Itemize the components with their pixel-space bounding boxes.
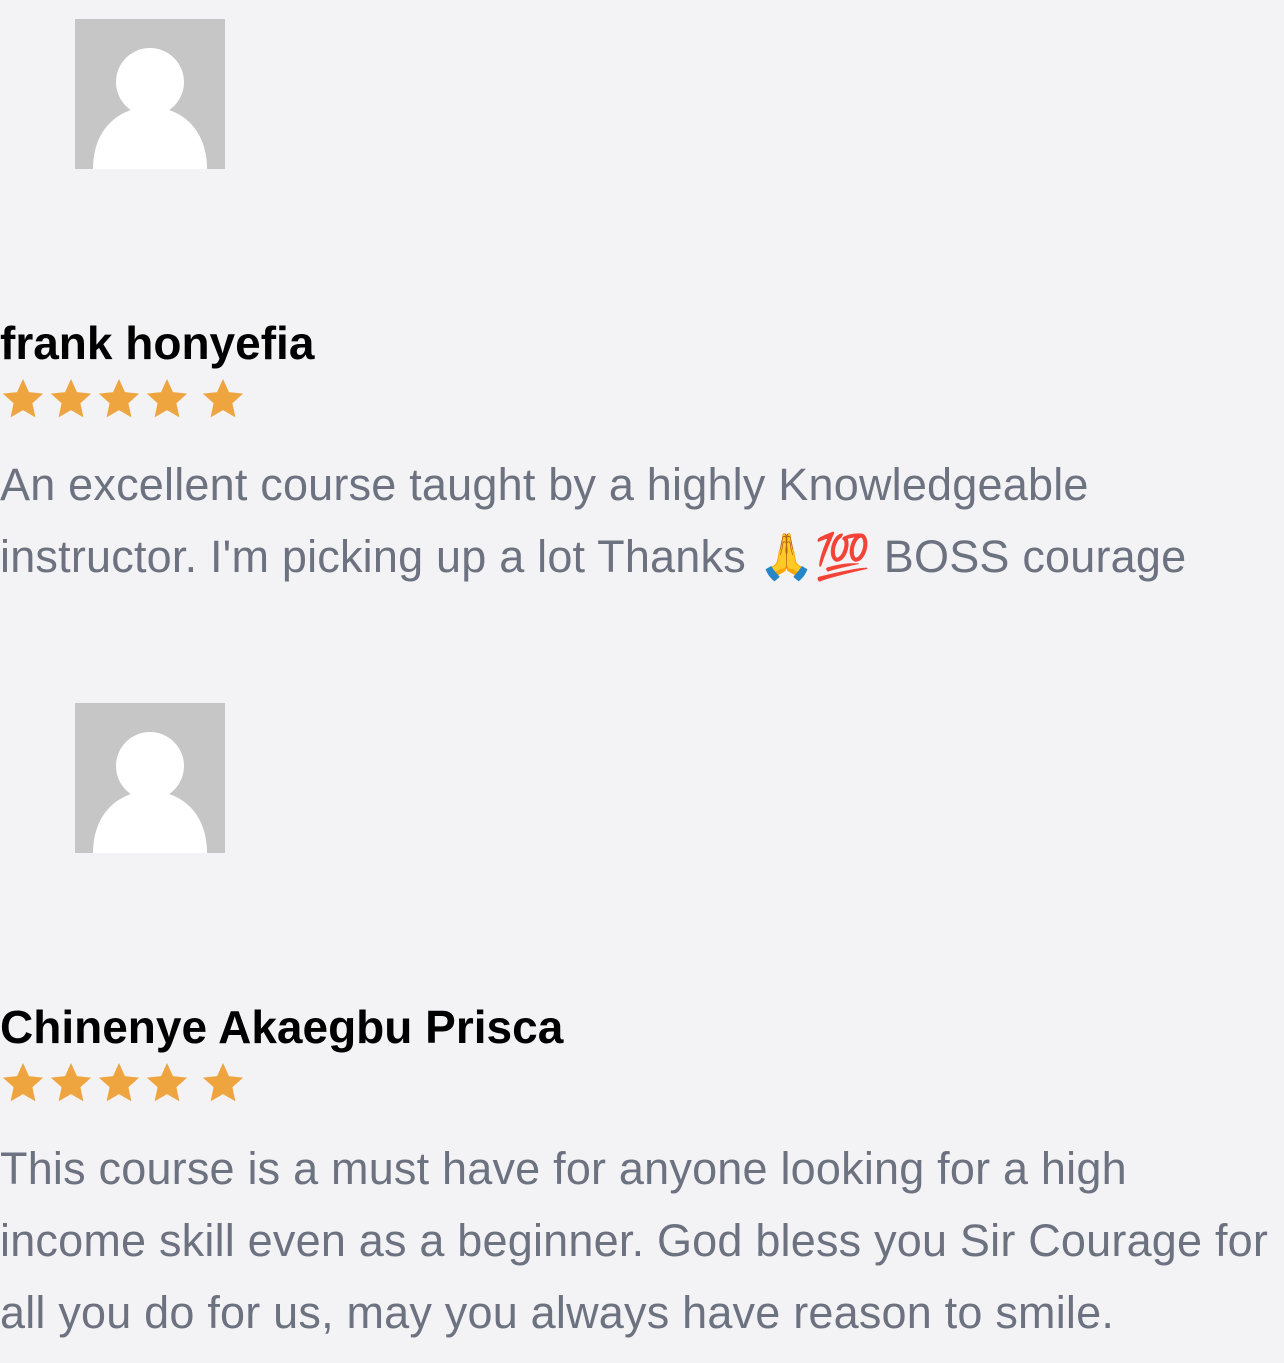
star-icon	[96, 1060, 142, 1106]
star-rating	[0, 375, 248, 423]
review-text: An excellent course taught by a highly K…	[0, 459, 1187, 582]
star-icon	[48, 376, 94, 422]
star-icon	[200, 376, 246, 422]
star-icon	[96, 376, 142, 422]
star-icon	[0, 376, 46, 422]
star-icon	[0, 1060, 46, 1106]
star-icon	[48, 1060, 94, 1106]
review-text: This course is a must have for anyone lo…	[0, 1143, 1269, 1338]
reviewer-name: frank honyefia	[0, 317, 315, 369]
star-icon	[200, 1060, 246, 1106]
star-rating	[0, 1059, 248, 1107]
default-user-avatar-icon	[75, 703, 225, 853]
reviewer-name: Chinenye Akaegbu Prisca	[0, 1001, 564, 1053]
default-user-avatar-icon	[75, 19, 225, 169]
star-icon	[144, 1060, 190, 1106]
star-icon	[144, 376, 190, 422]
